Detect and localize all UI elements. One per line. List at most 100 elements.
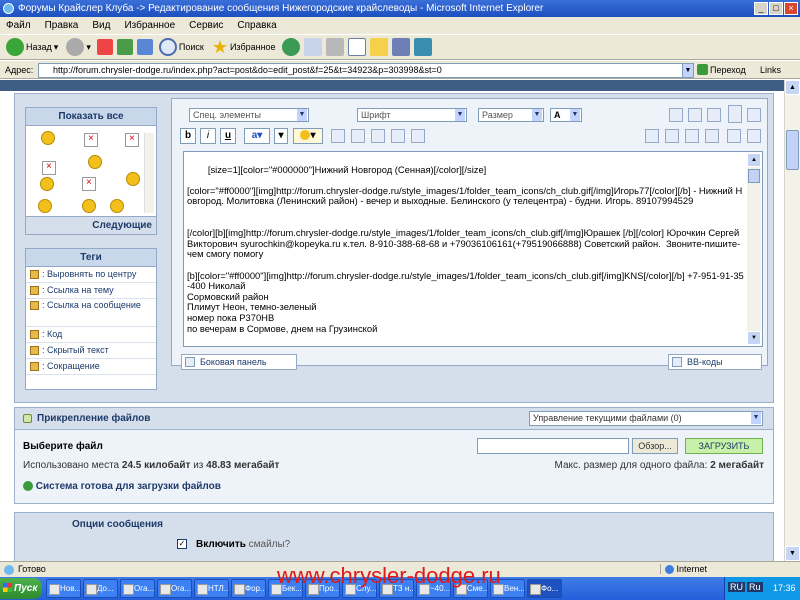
bullet-list-icon[interactable] [747,129,761,143]
tag-topic-link[interactable]: : Ссылка на тему [26,283,156,299]
textarea-scrollbar[interactable]: ▲ ▼ [747,153,761,345]
tag-abbreviation[interactable]: : Сокращение [26,359,156,375]
undo-icon[interactable] [688,108,702,122]
broken-image-icon[interactable] [82,177,96,191]
back-button[interactable]: Назад ▾ [4,36,60,58]
keyboard-layout[interactable]: Ru [747,582,763,592]
tag-post-link[interactable]: : Ссылка на сообщение [26,299,156,327]
indent-icon[interactable] [645,129,659,143]
home-icon[interactable] [136,39,153,55]
broken-image-icon[interactable] [42,161,56,175]
page-scrollbar[interactable]: ▲ ▼ [784,80,800,561]
switch-mode-icon[interactable] [747,108,761,122]
font-color-button[interactable]: a▾ [244,128,270,144]
menu-file[interactable]: Файл [6,20,31,31]
window-title: Форумы Крайслер Клуба -> Редактирование … [18,3,544,14]
minimize-button[interactable]: _ [754,2,768,15]
list-button[interactable]: ▾ [274,128,288,144]
smiley-icon[interactable] [40,177,54,191]
email-icon[interactable] [371,129,385,143]
tag-center[interactable]: : Выровнять по центру [26,267,156,283]
smilies-panel: Показать все Следующие [25,107,157,235]
browse-button[interactable]: Обзор... [632,438,678,454]
enable-smilies-checkbox[interactable]: ✓ [177,539,187,549]
broken-image-icon[interactable] [84,133,98,147]
forward-button[interactable]: ▾ [64,36,93,58]
upload-button[interactable]: ЗАГРУЗИТЬ [685,438,763,454]
address-input[interactable]: http://forum.chrysler-dodge.ru/index.php… [38,63,688,78]
bb-codes-button[interactable]: BB-коды [668,354,762,370]
scroll-down-button[interactable]: ▼ [785,546,800,561]
menu-edit[interactable]: Правка [45,20,79,31]
emoticon-button[interactable]: ▾ [293,128,323,144]
special-elements-select[interactable]: Спец. элементы [189,108,309,122]
discuss-icon[interactable] [369,38,388,56]
spellcheck-icon[interactable] [669,108,683,122]
scroll-up-button[interactable]: ▲ [785,80,800,95]
smilies-scrollbar[interactable] [144,133,154,213]
file-input[interactable] [477,438,629,454]
favorites-button[interactable]: ★ Избранное [210,36,278,58]
align-center-icon[interactable] [685,129,699,143]
font-select[interactable]: Шрифт [357,108,467,122]
align-right-icon[interactable] [705,129,719,143]
smiley-icon[interactable] [82,199,96,213]
maximize-button[interactable]: □ [769,2,783,15]
refresh-icon[interactable] [116,39,133,55]
go-button[interactable]: Переход [697,64,746,75]
links-button[interactable]: Links [760,65,781,75]
numbered-list-icon[interactable] [727,129,741,143]
close-button[interactable]: × [784,2,798,15]
taskbar-item[interactable]: До... [83,579,118,598]
image-icon[interactable] [351,129,365,143]
menu-favorites[interactable]: Избранное [124,20,175,31]
mail-icon[interactable] [303,38,322,56]
taskbar-item-active[interactable]: Фо... [527,579,562,598]
smiley-icon[interactable] [126,172,140,186]
code-icon[interactable] [411,129,425,143]
smiley-icon[interactable] [38,199,52,213]
smiley-icon[interactable] [88,155,102,169]
menu-help[interactable]: Справка [237,20,276,31]
align-left-icon[interactable] [665,129,679,143]
menu-view[interactable]: Вид [92,20,110,31]
address-dropdown[interactable]: ▼ [682,63,694,78]
redo-icon[interactable] [707,108,721,122]
scroll-thumb[interactable] [786,130,799,170]
link-icon[interactable] [331,129,345,143]
tag-code[interactable]: : Код [26,327,156,343]
smiley-icon[interactable] [41,131,55,145]
taskbar-item[interactable]: Ога... [120,579,155,598]
messenger-icon[interactable] [413,38,432,56]
manage-files-select[interactable]: Управление текущими файлами (0) [529,411,763,426]
smilies-grid [26,127,156,215]
edit-icon[interactable] [347,38,366,56]
smilies-next-button[interactable]: Следующие [26,216,156,234]
stop-icon[interactable] [96,39,113,55]
italic-button[interactable]: i [200,128,216,144]
history-icon[interactable] [281,38,300,56]
research-icon[interactable] [391,38,410,56]
tag-icon [30,362,39,372]
start-button[interactable]: Пуск [0,578,42,599]
underline-button[interactable]: u [220,128,236,144]
taskbar-item[interactable]: НТЛ... [194,579,229,598]
bold-button[interactable]: b [180,128,196,144]
broken-image-icon[interactable] [125,133,139,147]
smilies-show-all[interactable]: Показать все [26,108,156,126]
print-icon[interactable] [325,38,344,56]
taskbar-item[interactable]: Фор... [231,579,266,598]
size-select[interactable]: Размер [478,108,544,122]
taskbar-item[interactable]: Ога... [157,579,192,598]
menu-tools[interactable]: Сервис [189,20,223,31]
language-indicator[interactable]: RU [728,582,745,592]
tag-hidden-text[interactable]: : Скрытый текст [26,343,156,359]
search-button[interactable]: Поиск [157,36,206,58]
resize-icon[interactable] [728,105,742,123]
post-textarea[interactable]: [size=1][color="#000000"]Нижний Новгород… [183,151,763,347]
quote-icon[interactable] [391,129,405,143]
color-select[interactable]: A [550,108,582,122]
taskbar-item[interactable]: Нов... [46,579,81,598]
side-panel-button[interactable]: Боковая панель [181,354,297,370]
smiley-icon[interactable] [110,199,124,213]
